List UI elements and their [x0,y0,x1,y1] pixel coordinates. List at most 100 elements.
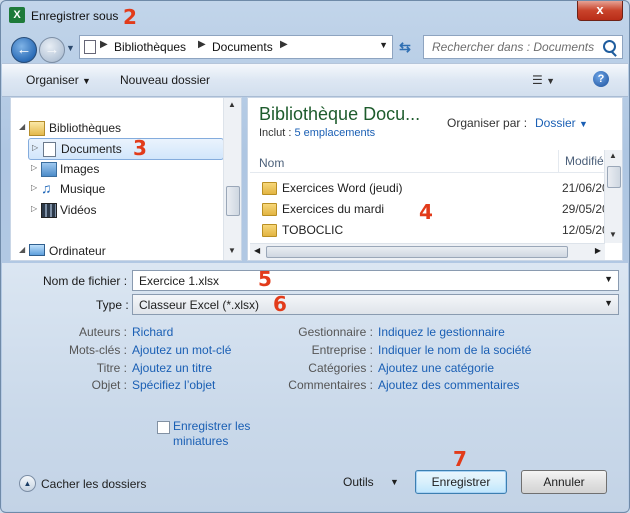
refresh-icon[interactable]: ⇆ [395,37,415,57]
tags-label: Mots-clés : [68,343,127,357]
arrange-by-dropdown[interactable]: Dossier ▼ [535,116,588,130]
file-type-select[interactable]: Classeur Excel (*.xlsx) ▼ [132,294,619,315]
chevron-down-icon[interactable]: ▼ [390,477,399,487]
file-type-value: Classeur Excel (*.xlsx) [139,298,260,312]
tree-label: Vidéos [60,203,97,217]
chevron-right-icon[interactable]: ▶ [198,39,206,50]
column-name[interactable]: Nom [259,156,284,170]
back-button[interactable]: ← [11,37,37,63]
tools-label: Outils [343,475,374,489]
forward-button[interactable]: → [39,37,65,63]
file-list-pane: Bibliothèque Docu... Inclut : 5 emplacem… [247,97,623,261]
categories-value[interactable]: Ajoutez une catégorie [378,361,494,375]
close-button[interactable]: x [577,1,623,21]
tree-item-music[interactable]: ▷ ♫ Musique [11,179,225,199]
tree-item-images[interactable]: ▷ Images [11,159,225,179]
view-options-button[interactable]: ☰ ▼ [532,73,555,87]
documents-icon [43,142,56,157]
file-list-vscrollbar[interactable]: ▲ ▼ [604,150,622,243]
help-icon[interactable]: ? [593,71,609,87]
library-title: Bibliothèque Docu... [259,104,421,124]
save-button[interactable]: Enregistrer [415,470,507,494]
filename-label: Nom de fichier : [43,274,128,288]
save-thumbnails-checkbox[interactable] [157,421,170,434]
navigation-scrollbar[interactable]: ▲ ▼ [223,98,241,260]
scrollbar-thumb[interactable] [607,166,621,188]
chevron-right-icon[interactable]: ▶ [100,39,108,50]
collapsed-arrow-icon[interactable]: ▷ [32,143,38,152]
tags-value[interactable]: Ajoutez un mot-clé [132,343,231,357]
chevron-down-icon: ▼ [546,76,556,86]
step-marker-3: 3 [133,136,147,160]
filename-input[interactable]: Exercice 1.xlsx ▼ [132,270,619,291]
manager-value[interactable]: Indiquez le gestionnaire [378,325,505,339]
expanded-arrow-icon[interactable]: ◢ [19,245,25,254]
subject-label: Objet : [91,378,127,392]
file-list-hscrollbar[interactable]: ◀ ▶ [250,243,605,260]
scroll-left-icon[interactable]: ◀ [254,246,260,255]
tree-item-documents[interactable]: ▷ Documents [28,138,224,160]
tree-label: Ordinateur [49,244,106,258]
save-thumbnails-label[interactable]: Enregistrer les miniatures [173,419,273,449]
chevron-right-icon[interactable]: ▶ [280,39,288,50]
new-folder-button[interactable]: Nouveau dossier [120,73,210,87]
scroll-up-icon[interactable]: ▲ [228,100,236,109]
excel-app-icon: X [9,7,25,23]
tree-item-videos[interactable]: ▷ Vidéos [11,200,225,220]
address-bar[interactable]: ▶ Bibliothèques ▶ Documents ▶ ▼ [79,35,393,59]
title-label: Titre : [96,361,127,375]
view-list-icon: ☰ [532,73,543,87]
tree-item-computer[interactable]: ◢ Ordinateur [11,241,225,260]
tools-menu[interactable]: Outils [343,475,374,489]
comments-value[interactable]: Ajoutez des commentaires [378,378,519,392]
collapsed-arrow-icon[interactable]: ▷ [31,163,37,172]
scroll-up-icon[interactable]: ▲ [609,151,617,160]
history-dropdown-icon[interactable]: ▼ [66,43,75,53]
window-title: Enregistrer sous [31,9,119,23]
type-label: Type : [96,298,129,312]
file-row[interactable]: Exercices Word (jeudi) 21/06/20 [260,178,609,198]
breadcrumb-libraries[interactable]: Bibliothèques [114,40,186,54]
collapsed-arrow-icon[interactable]: ▷ [31,183,37,192]
tree-label: Bibliothèques [49,121,122,135]
title-value[interactable]: Ajoutez un titre [132,361,212,375]
address-dropdown-icon[interactable]: ▼ [379,40,388,50]
library-small-icon [84,40,96,54]
breadcrumb-documents[interactable]: Documents [212,40,273,54]
includes-label: Inclut : [259,127,292,139]
hide-folders-button[interactable]: ▲ [19,475,36,492]
step-marker-4: 4 [419,200,433,224]
scroll-down-icon[interactable]: ▼ [609,230,617,239]
search-icon[interactable] [603,40,616,53]
scroll-right-icon[interactable]: ▶ [595,246,601,255]
search-input[interactable]: Rechercher dans : Documents [423,35,623,59]
step-marker-5: 5 [258,267,272,291]
file-date: 21/06/20 [562,181,609,195]
tree-item-libraries[interactable]: ◢ Bibliothèques [11,118,225,138]
collapsed-arrow-icon[interactable]: ▷ [31,204,37,213]
save-as-dialog: X Enregistrer sous x 2 ← → ▼ ▶ Bibliothè… [0,0,630,513]
chevron-down-icon: ▼ [579,119,588,129]
authors-value[interactable]: Richard [132,325,173,339]
step-marker-2: 2 [123,5,137,29]
folder-icon [262,203,277,216]
organise-menu[interactable]: Organiser ▼ [26,73,91,87]
scrollbar-thumb[interactable] [226,186,240,216]
subject-value[interactable]: Spécifiez l’objet [132,378,215,392]
expanded-arrow-icon[interactable]: ◢ [19,122,25,131]
chevron-down-icon: ▼ [82,76,91,86]
arrange-by-label: Organiser par : [447,116,528,130]
scroll-down-icon[interactable]: ▼ [228,246,236,255]
chevron-down-icon[interactable]: ▼ [604,274,613,284]
cancel-button[interactable]: Annuler [521,470,607,494]
file-row[interactable]: Exercices du mardi 29/05/20 [260,199,609,219]
hide-folders-label[interactable]: Cacher les dossiers [41,477,146,491]
locations-link[interactable]: 5 emplacements [294,127,375,139]
column-modified[interactable]: Modifié [558,150,604,172]
chevron-down-icon[interactable]: ▼ [604,298,613,308]
scrollbar-thumb[interactable] [266,246,568,258]
command-toolbar: Organiser ▼ Nouveau dossier ☰ ▼ ? [2,63,628,97]
company-value[interactable]: Indiquer le nom de la société [378,343,531,357]
file-date: 12/05/20 [562,223,609,237]
file-row[interactable]: TOBOCLIC 12/05/20 [260,220,609,240]
